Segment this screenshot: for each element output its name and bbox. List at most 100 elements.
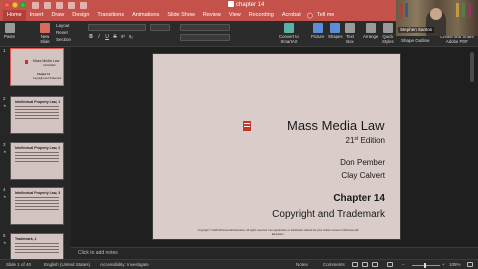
font-name-dropdown[interactable] [88, 24, 146, 31]
slide-sorter-icon[interactable] [362, 262, 368, 267]
autosave-icon[interactable] [32, 1, 39, 9]
mcgraw-hill-logo [243, 121, 251, 131]
tab-recording[interactable]: Recording [245, 10, 278, 21]
star-icon: ★ [3, 103, 7, 108]
slide-author-2[interactable]: Clay Calvert [341, 171, 385, 180]
edition-word: Edition [358, 136, 385, 145]
slide-thumbnail-2[interactable]: 2 ★ Intellectual Property Law, 1 [0, 96, 71, 140]
zoom-level[interactable]: 105% [449, 261, 461, 269]
tab-view[interactable]: View [225, 10, 245, 21]
slide-chapter[interactable]: Chapter 14 [333, 193, 385, 204]
reset-button[interactable]: Reset [56, 30, 68, 36]
minimize-window-button[interactable] [12, 2, 18, 8]
accessibility-status[interactable]: Accessibility: Investigate [100, 261, 149, 269]
thumbnail-text-lines [15, 243, 59, 255]
zoom-out-icon[interactable]: – [402, 261, 405, 269]
save-icon[interactable] [56, 1, 63, 9]
thumbnail-text-lines [15, 197, 59, 212]
participant-name: Stephen Santos [398, 27, 435, 33]
text-box-label: Text Box [346, 34, 354, 44]
fit-to-window-icon[interactable] [467, 262, 473, 267]
slide-title[interactable]: Mass Media Law [287, 118, 385, 133]
bold-button[interactable]: B [88, 34, 94, 41]
underline-button[interactable]: U [104, 34, 110, 41]
tab-home[interactable]: Home [3, 9, 26, 22]
reading-view-icon[interactable] [372, 262, 378, 267]
zoom-in-icon[interactable]: + [442, 261, 445, 269]
maximize-window-button[interactable] [20, 2, 26, 8]
comments-toggle[interactable]: Comments [323, 261, 345, 269]
thumbnail-preview: Intellectual Property Law, 1 [10, 96, 64, 134]
tab-slide-show[interactable]: Slide Show [163, 10, 199, 21]
slide-edition[interactable]: 21st Edition [346, 136, 385, 145]
paragraph-alignment-controls[interactable] [180, 34, 230, 41]
slide-author-1[interactable]: Don Pember [340, 158, 385, 167]
quick-styles-button[interactable]: Quick Styles [382, 23, 394, 44]
book-shape [456, 3, 459, 17]
current-slide[interactable]: Mass Media Law 21st Edition Don Pember C… [152, 53, 401, 240]
italic-button[interactable]: I [96, 34, 102, 41]
star-icon: ★ [3, 194, 7, 199]
book-shape [400, 3, 403, 17]
tab-acrobat[interactable]: Acrobat [278, 10, 305, 21]
thumbnail-text-lines [15, 106, 59, 121]
tab-animations[interactable]: Animations [128, 10, 163, 21]
bullets-numbering-controls[interactable] [180, 24, 230, 31]
thumbnail-number: 5 [3, 233, 6, 238]
notes-toggle[interactable]: Notes [296, 261, 308, 269]
tab-review[interactable]: Review [199, 10, 225, 21]
tab-insert[interactable]: Insert [26, 10, 48, 21]
shape-outline-button[interactable]: Shape Outline [401, 38, 430, 44]
slide-thumbnail-3[interactable]: 3 ★ Intellectual Property Law, 2 [0, 142, 71, 186]
book-shape [468, 3, 471, 17]
tell-me-search[interactable]: Tell me [313, 10, 338, 21]
arrange-icon [365, 23, 376, 33]
new-slide-button[interactable]: New Slide [40, 23, 50, 44]
arrange-button[interactable]: Arrange [363, 23, 378, 39]
font-size-dropdown[interactable] [150, 24, 170, 31]
new-slide-label: New Slide [40, 34, 50, 44]
slide-copyright[interactable]: Copyright © 2020 McGraw-Hill Education. … [193, 229, 363, 236]
slideshow-icon[interactable] [387, 262, 393, 267]
arrange-label: Arrange [363, 34, 379, 39]
slide-count: Slide 1 of 40 [6, 262, 32, 267]
close-window-button[interactable] [4, 2, 10, 8]
picture-label: Picture [311, 34, 325, 39]
shapes-label: Shapes [328, 34, 343, 39]
picture-button[interactable]: Picture [311, 23, 324, 39]
undo-icon[interactable] [68, 1, 75, 9]
zoom-slider[interactable] [412, 265, 440, 266]
slide-thumbnail-4[interactable]: 4 ★ Intellectual Property Law, 3 [0, 187, 71, 231]
thumbnail-number: 1 [3, 48, 6, 53]
paste-button[interactable]: Paste [4, 23, 15, 39]
strikethrough-button[interactable]: S [112, 34, 118, 41]
document-title: chapter 14 [228, 1, 264, 9]
section-button[interactable]: Section [56, 37, 71, 43]
language-indicator[interactable]: English (United States) [44, 261, 90, 269]
zoom-slider-handle[interactable] [424, 263, 426, 268]
convert-smartart-button[interactable]: Convert to SmartArt [279, 23, 299, 44]
thumbnail-preview: Mass Media Law 21st Edition Chapter 14 C… [10, 48, 64, 86]
star-icon: ★ [3, 240, 7, 245]
home-icon[interactable] [44, 1, 51, 9]
tab-transitions[interactable]: Transitions [93, 10, 128, 21]
slide-topic[interactable]: Copyright and Trademark [272, 209, 385, 220]
shapes-button[interactable]: Shapes [328, 23, 343, 39]
layout-button[interactable]: Layout [56, 23, 70, 29]
thumbnail-chapter: Chapter 14 [37, 73, 50, 76]
thumbnail-title: Mass Media Law [33, 59, 60, 63]
quick-access-toolbar [32, 1, 87, 9]
superscript-button[interactable]: x² [120, 34, 126, 41]
book-shape [405, 3, 408, 17]
text-box-button[interactable]: Text Box [345, 23, 355, 44]
thumbnail-number: 2 [3, 96, 6, 101]
redo-icon[interactable] [80, 1, 87, 9]
tab-draw[interactable]: Draw [47, 10, 68, 21]
normal-view-icon[interactable] [352, 262, 358, 267]
slide-thumbnail-5[interactable]: 5 ★ Trademark, 1 [0, 233, 71, 259]
notes-pane[interactable]: Click to add notes [71, 247, 478, 259]
tab-design[interactable]: Design [68, 10, 93, 21]
slide-thumbnail-1[interactable]: 1 Mass Media Law 21st Edition Chapter 14… [0, 48, 71, 92]
vertical-scrollbar[interactable] [470, 52, 474, 82]
subscript-button[interactable]: x₂ [128, 34, 134, 41]
